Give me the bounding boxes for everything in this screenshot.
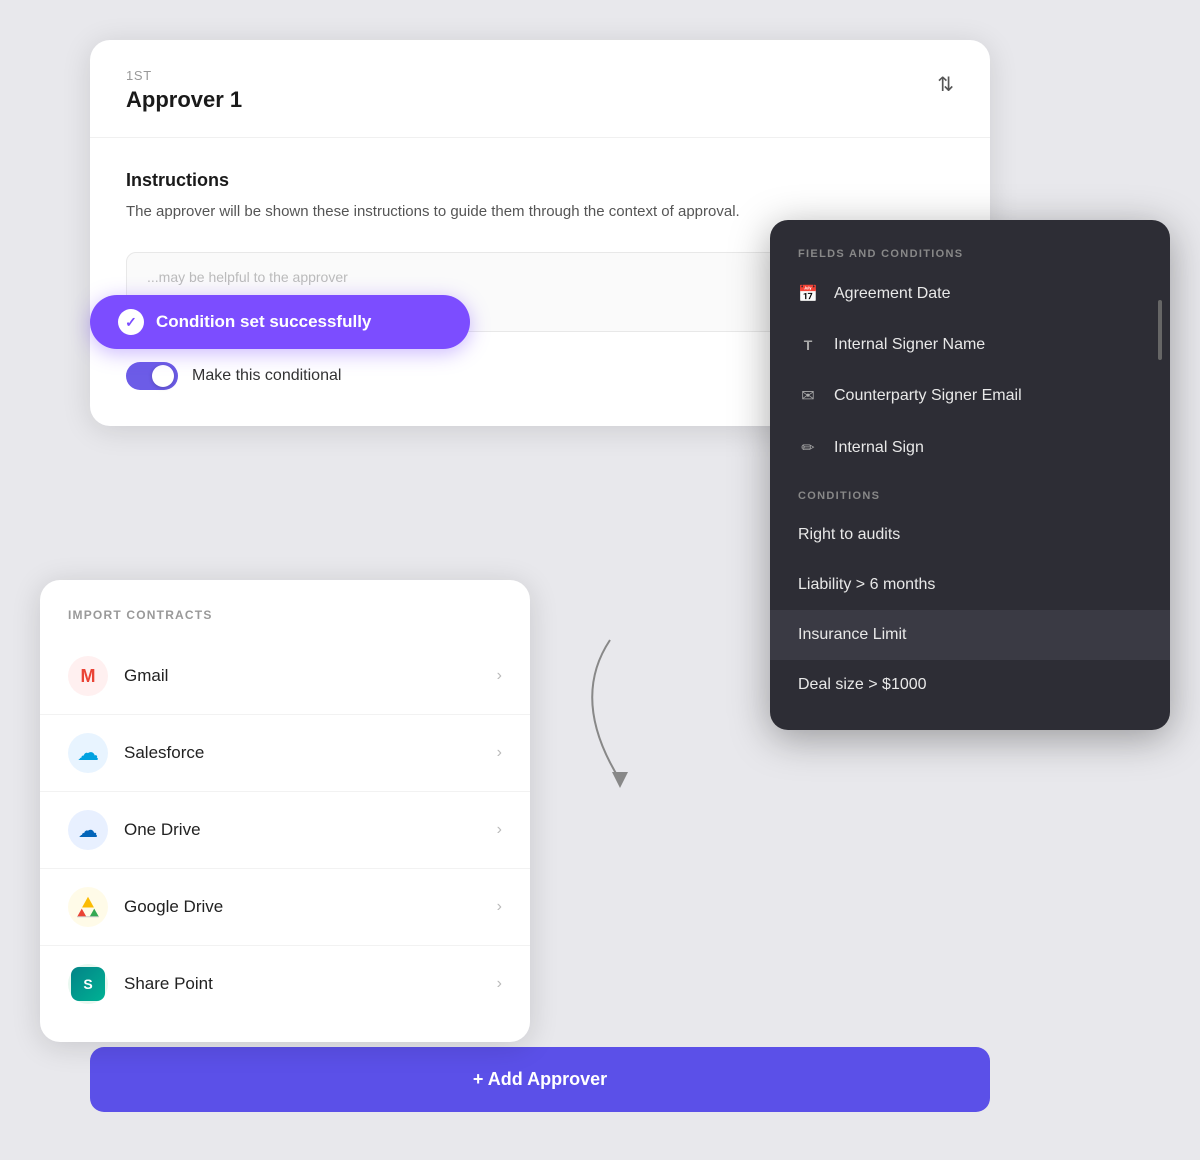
gmail-label: Gmail	[124, 666, 497, 686]
pen-icon: ✏	[798, 438, 818, 458]
sort-icon[interactable]: ⇅	[937, 72, 954, 97]
salesforce-logo: ☁	[77, 740, 99, 766]
fields-section-title: FIELDS AND CONDITIONS	[770, 248, 1170, 260]
success-message: Condition set successfully	[156, 312, 371, 332]
conditions-section: CONDITIONS Right to audits Liability > 6…	[770, 490, 1170, 710]
onedrive-chevron-icon: ›	[497, 821, 502, 839]
scrollbar[interactable]	[1158, 300, 1162, 360]
gmail-chevron-icon: ›	[497, 667, 502, 685]
approver-order: 1ST	[126, 68, 242, 83]
internal-signer-name-label: Internal Signer Name	[834, 336, 985, 354]
gmail-icon: M	[68, 656, 108, 696]
gdrive-logo	[75, 895, 101, 919]
salesforce-chevron-icon: ›	[497, 744, 502, 762]
sharepoint-logo: S	[71, 967, 105, 1001]
conditions-section-title: CONDITIONS	[770, 490, 1170, 502]
approver-title: Approver 1	[126, 87, 242, 113]
toggle-label: Make this conditional	[192, 367, 341, 385]
fields-conditions-panel: FIELDS AND CONDITIONS 📅 Agreement Date T…	[770, 220, 1170, 730]
gdrive-label: Google Drive	[124, 897, 497, 917]
import-item-onedrive[interactable]: ☁ One Drive ›	[40, 792, 530, 869]
conditional-toggle[interactable]	[126, 362, 178, 390]
gdrive-icon	[68, 887, 108, 927]
curve-arrow-decoration	[530, 620, 710, 825]
condition-item-deal-size[interactable]: Deal size > $1000	[770, 660, 1170, 710]
add-approver-button[interactable]: + Add Approver	[90, 1047, 990, 1112]
fields-item-counterparty-email[interactable]: ✉ Counterparty Signer Email	[770, 370, 1170, 422]
text-icon: T	[798, 337, 818, 353]
import-section-title: IMPORT CONTRACTS	[40, 608, 530, 622]
calendar-icon: 📅	[798, 284, 818, 304]
liability-label: Liability > 6 months	[798, 576, 935, 594]
import-item-gdrive[interactable]: Google Drive ›	[40, 869, 530, 946]
approver-info: 1ST Approver 1	[126, 68, 242, 113]
condition-item-insurance-limit[interactable]: Insurance Limit	[770, 610, 1170, 660]
fields-item-internal-signer-name[interactable]: T Internal Signer Name	[770, 320, 1170, 370]
email-icon: ✉	[798, 386, 818, 406]
fields-item-internal-sign[interactable]: ✏ Internal Sign	[770, 422, 1170, 474]
insurance-limit-label: Insurance Limit	[798, 626, 907, 644]
import-item-salesforce[interactable]: ☁ Salesforce ›	[40, 715, 530, 792]
approver-header: 1ST Approver 1 ⇅	[90, 40, 990, 138]
salesforce-icon: ☁	[68, 733, 108, 773]
deal-size-label: Deal size > $1000	[798, 676, 927, 694]
onedrive-icon: ☁	[68, 810, 108, 850]
agreement-date-label: Agreement Date	[834, 285, 951, 303]
success-check-icon	[118, 309, 144, 335]
import-item-gmail[interactable]: M Gmail ›	[40, 638, 530, 715]
salesforce-label: Salesforce	[124, 743, 497, 763]
gmail-logo: M	[81, 666, 96, 687]
condition-item-right-to-audits[interactable]: Right to audits	[770, 510, 1170, 560]
import-contracts-panel: IMPORT CONTRACTS M Gmail › ☁ Salesforce …	[40, 580, 530, 1042]
success-toast: Condition set successfully	[90, 295, 470, 349]
counterparty-signer-email-label: Counterparty Signer Email	[834, 387, 1022, 405]
right-to-audits-label: Right to audits	[798, 526, 900, 544]
instructions-heading: Instructions	[126, 170, 954, 191]
toggle-knob	[152, 365, 174, 387]
onedrive-logo: ☁	[78, 818, 98, 843]
condition-item-liability[interactable]: Liability > 6 months	[770, 560, 1170, 610]
import-item-sharepoint[interactable]: S Share Point ›	[40, 946, 530, 1022]
onedrive-label: One Drive	[124, 820, 497, 840]
gdrive-chevron-icon: ›	[497, 898, 502, 916]
fields-item-agreement-date[interactable]: 📅 Agreement Date	[770, 268, 1170, 320]
sharepoint-icon: S	[68, 964, 108, 1004]
sharepoint-label: Share Point	[124, 974, 497, 994]
internal-sign-label: Internal Sign	[834, 439, 924, 457]
sharepoint-chevron-icon: ›	[497, 975, 502, 993]
